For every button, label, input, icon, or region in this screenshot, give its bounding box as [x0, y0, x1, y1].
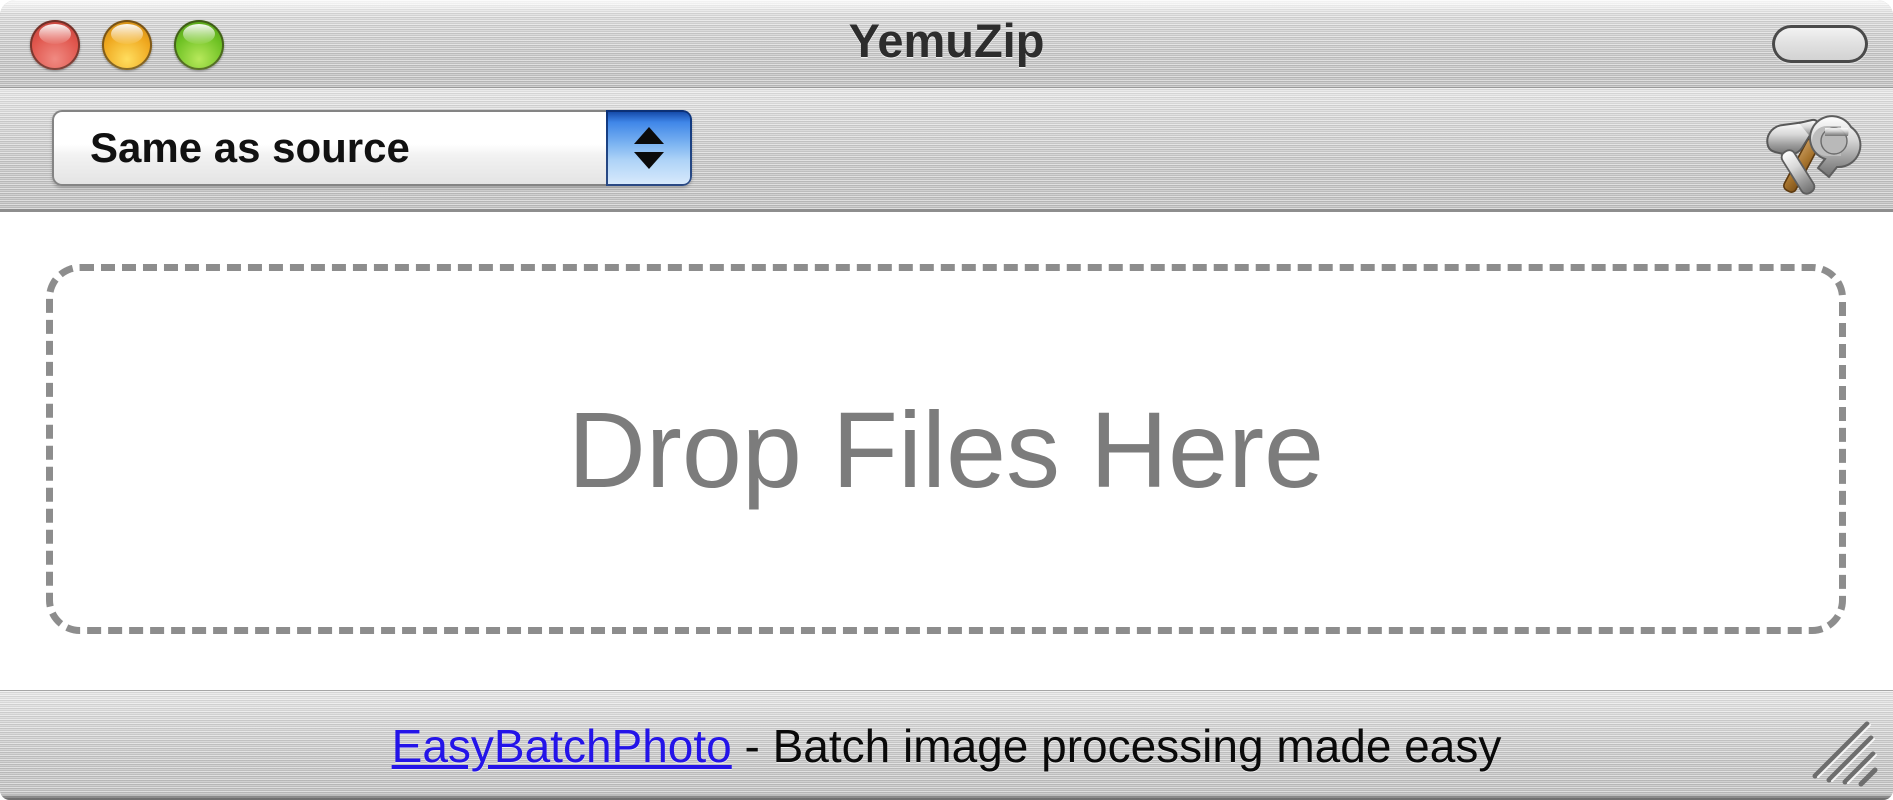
- content-area: Drop Files Here: [0, 212, 1893, 690]
- easybatchphoto-link[interactable]: EasyBatchPhoto: [392, 720, 732, 772]
- chevron-down-icon: [634, 152, 664, 169]
- zoom-button[interactable]: [174, 20, 224, 70]
- minimize-button[interactable]: [102, 20, 152, 70]
- toolbar: Same as source: [0, 88, 1893, 212]
- title-bar[interactable]: YemuZip: [0, 0, 1893, 88]
- window-title: YemuZip: [848, 14, 1045, 67]
- destination-popup-value: Same as source: [90, 124, 410, 171]
- destination-popup-button[interactable]: Same as source: [52, 110, 692, 186]
- popup-stepper-arrows-icon[interactable]: [606, 110, 692, 186]
- toolbar-toggle-button[interactable]: [1772, 25, 1868, 63]
- status-bar: EasyBatchPhoto - Batch image processing …: [0, 690, 1893, 800]
- status-bar-tagline: - Batch image processing made easy: [731, 719, 1502, 772]
- status-bar-text: EasyBatchPhoto - Batch image processing …: [392, 719, 1502, 773]
- drop-zone-label: Drop Files Here: [567, 388, 1325, 510]
- file-drop-zone[interactable]: Drop Files Here: [46, 264, 1846, 634]
- close-button[interactable]: [30, 20, 80, 70]
- hammer-and-wrench-icon[interactable]: [1755, 106, 1865, 198]
- app-window: YemuZip Same as source Drop Files Here E…: [0, 0, 1893, 800]
- resize-grip[interactable]: [1807, 716, 1879, 788]
- chevron-up-icon: [634, 127, 664, 144]
- window-controls: [30, 20, 224, 70]
